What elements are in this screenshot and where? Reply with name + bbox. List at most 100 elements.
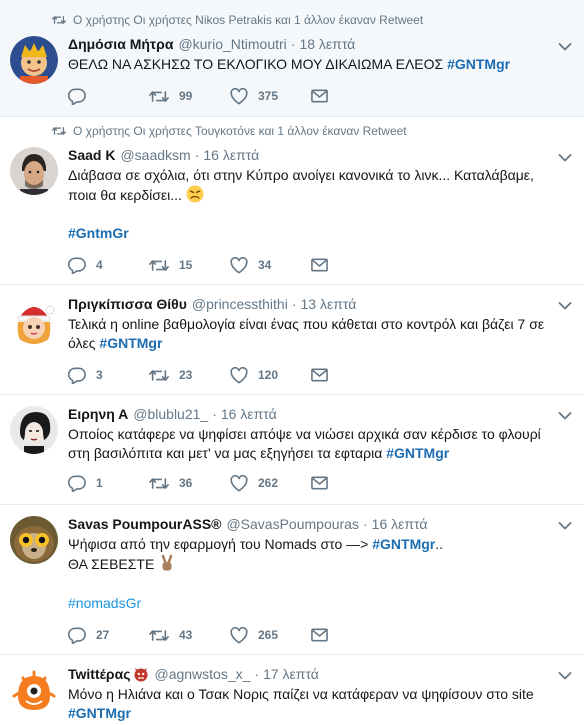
reply-button[interactable]: 4 <box>68 257 149 274</box>
tweet-text: Ψήφισα από την εφαρμογή του Nomads στο —… <box>68 536 444 572</box>
avatar[interactable] <box>10 36 58 84</box>
like-count: 265 <box>258 628 279 642</box>
display-name[interactable]: Saad K <box>68 147 115 163</box>
hashtag-link[interactable]: #GNTMgr <box>99 335 162 351</box>
tweet[interactable]: Ο χρήστης Οι χρήστες Τουγκοτόνε και 1 άλ… <box>0 117 584 285</box>
retweet-button[interactable]: 43 <box>149 627 230 644</box>
reply-button[interactable]: 27 <box>68 627 149 644</box>
hashtag-link[interactable]: #GNTMgr <box>68 705 131 721</box>
tweet[interactable]: Savas PoumpourASS® @SavasPoumpouras · 16… <box>0 505 584 655</box>
hashtag-link[interactable]: #GNTMgr <box>372 536 435 552</box>
reply-count: 3 <box>96 368 103 382</box>
heart-icon <box>230 367 248 384</box>
hashtag-link[interactable]: #GNTMgr <box>386 445 449 461</box>
username[interactable]: @SavasPoumpouras <box>226 516 359 532</box>
direct-message-button[interactable] <box>311 258 328 272</box>
retweet-context-text: Ο χρήστης Οι χρήστες Τουγκοτόνε και 1 άλ… <box>73 124 407 138</box>
chevron-down-icon[interactable] <box>558 671 572 681</box>
retweet-context: Ο χρήστης Οι χρήστες Nikos Petrakis και … <box>52 13 423 27</box>
retweet-icon <box>149 257 169 274</box>
like-count: 120 <box>258 368 279 382</box>
chevron-down-icon[interactable] <box>558 42 572 52</box>
retweet-icon <box>149 627 169 644</box>
timestamp[interactable]: 17 λεπτά <box>263 666 319 682</box>
like-button[interactable]: 265 <box>230 627 311 644</box>
tweet[interactable]: Twittέρας @agnwstos_x_ · 17 λεπτά Μόνο η… <box>0 655 584 725</box>
tweet[interactable]: Ο χρήστης Οι χρήστες Nikos Petrakis και … <box>0 0 584 117</box>
like-button[interactable]: 262 <box>230 475 311 492</box>
chevron-down-icon[interactable] <box>558 301 572 311</box>
like-button[interactable]: 120 <box>230 367 311 384</box>
avatar[interactable] <box>10 516 58 564</box>
retweet-icon <box>149 367 169 384</box>
direct-message-button[interactable] <box>311 476 328 490</box>
timestamp[interactable]: 13 λεπτά <box>301 296 357 312</box>
reply-icon <box>68 257 86 274</box>
direct-message-button[interactable] <box>311 89 328 103</box>
tweet-text: Μόνο η Ηλιάνα και ο Τσακ Νορις παίζει να… <box>68 686 534 721</box>
reply-button[interactable] <box>68 88 149 105</box>
retweet-context: Ο χρήστης Οι χρήστες Τουγκοτόνε και 1 άλ… <box>52 124 407 138</box>
retweet-count: 15 <box>179 258 193 272</box>
retweet-count: 99 <box>179 89 193 103</box>
username[interactable]: @agnwstos_x_ <box>154 666 250 682</box>
reply-count: 27 <box>96 628 110 642</box>
reply-button[interactable]: 3 <box>68 367 149 384</box>
username[interactable]: @kurio_Ntimoutri <box>178 36 286 52</box>
chevron-down-icon[interactable] <box>558 153 572 163</box>
direct-message-button[interactable] <box>311 628 328 642</box>
reply-count: 4 <box>96 258 103 272</box>
chevron-down-icon[interactable] <box>558 411 572 421</box>
retweet-button[interactable]: 36 <box>149 475 230 492</box>
chevron-down-icon[interactable] <box>558 521 572 531</box>
timestamp[interactable]: 16 λεπτά <box>372 516 428 532</box>
heart-icon <box>230 627 248 644</box>
retweet-icon <box>149 88 169 105</box>
like-count: 375 <box>258 89 279 103</box>
reply-icon <box>68 88 86 105</box>
persevering-face-emoji-icon <box>186 185 204 203</box>
retweet-icon <box>149 475 169 492</box>
like-button[interactable]: 34 <box>230 257 311 274</box>
mail-icon <box>311 258 328 272</box>
retweet-button[interactable]: 15 <box>149 257 230 274</box>
timestamp[interactable]: 16 λεπτά <box>203 147 259 163</box>
display-name[interactable]: Twittέρας <box>68 666 130 682</box>
username[interactable]: @blublu21_ <box>133 406 208 422</box>
avatar[interactable] <box>10 406 58 454</box>
display-name[interactable]: Πριγκίπισσα Θίθυ <box>68 296 187 312</box>
retweet-count: 43 <box>179 628 193 642</box>
username[interactable]: @saadksm <box>120 147 190 163</box>
victory-hand-emoji-icon <box>161 554 173 571</box>
like-count: 34 <box>258 258 272 272</box>
display-name[interactable]: Δημόσια Μήτρα <box>68 36 173 52</box>
mail-icon <box>311 368 328 382</box>
reply-icon <box>68 627 86 644</box>
hashtag-link[interactable]: #GntmGr <box>68 225 129 241</box>
retweet-button[interactable]: 99 <box>149 88 230 105</box>
like-button[interactable]: 375 <box>230 88 311 105</box>
avatar[interactable] <box>10 296 58 344</box>
tweet-text: Διάβασα σε σχόλια, ότι στην Κύπρο ανοίγε… <box>68 167 534 203</box>
reply-icon <box>68 475 86 492</box>
heart-icon <box>230 88 248 105</box>
hashtag-link[interactable]: #GNTMgr <box>447 56 510 72</box>
display-name[interactable]: Savas PoumpourASS® <box>68 516 221 532</box>
tweet[interactable]: Ειρηνη Α @blublu21_ · 16 λεπτά Οποίος κα… <box>0 395 584 505</box>
retweet-small-icon <box>52 14 66 26</box>
tweet[interactable]: Πριγκίπισσα Θίθυ @princessthithi · 13 λε… <box>0 285 584 395</box>
display-name[interactable]: Ειρηνη Α <box>68 406 128 422</box>
avatar[interactable] <box>10 147 58 195</box>
heart-icon <box>230 475 248 492</box>
hashtag-link[interactable]: #nomadsGr <box>68 595 141 611</box>
direct-message-button[interactable] <box>311 368 328 382</box>
timestamp[interactable]: 18 λεπτά <box>299 36 355 52</box>
retweet-count: 36 <box>179 476 193 490</box>
timestamp[interactable]: 16 λεπτά <box>221 406 277 422</box>
tweet-text: Οποίος κατάφερε να ψηφίσει απόψε να νιώσ… <box>68 426 541 461</box>
reply-button[interactable]: 1 <box>68 475 149 492</box>
retweet-button[interactable]: 23 <box>149 367 230 384</box>
username[interactable]: @princessthithi <box>192 296 288 312</box>
reply-count: 1 <box>96 476 103 490</box>
avatar[interactable] <box>10 666 58 714</box>
